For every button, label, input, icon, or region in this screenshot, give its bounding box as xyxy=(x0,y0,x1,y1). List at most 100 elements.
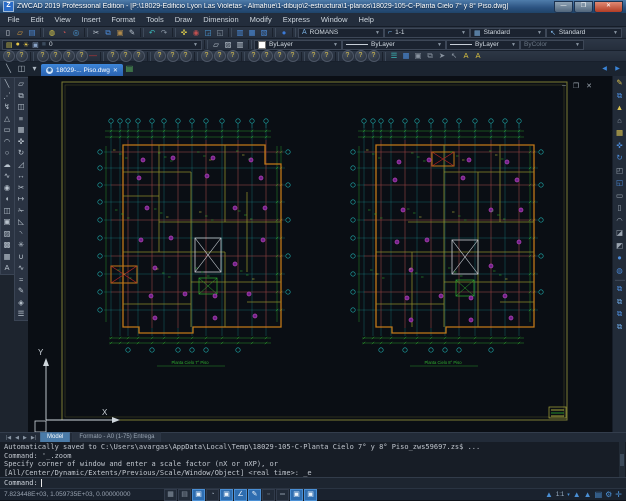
table-view-icon[interactable]: ▦ xyxy=(400,51,412,61)
mleader-style-combo[interactable]: ↖Standard▼ xyxy=(546,28,622,38)
custom-button-icon[interactable]: ? xyxy=(180,50,192,62)
plot-style-combo[interactable]: ByColor▼ xyxy=(520,40,584,50)
image-frame-icon[interactable]: ▣ xyxy=(412,51,424,61)
spline-edit-tool[interactable]: ≈ xyxy=(15,274,27,286)
polar-toggle[interactable]: ◔ xyxy=(206,489,219,501)
list-view-icon[interactable]: ☰ xyxy=(388,51,400,61)
custom-button-icon[interactable]: ? xyxy=(308,50,320,62)
custom-button-icon[interactable]: ? xyxy=(16,50,28,62)
break-tool[interactable]: ✁ xyxy=(15,205,27,217)
etrack-toggle[interactable]: ∠ xyxy=(234,489,247,501)
tab-scroll-right-icon[interactable]: ▶ xyxy=(611,63,624,75)
paste-icon[interactable]: ▣ xyxy=(114,28,126,38)
layer-states-icon[interactable]: ▥ xyxy=(234,40,246,50)
nav-person-icon[interactable]: ▲ xyxy=(573,490,581,499)
frame-view-icon[interactable]: ◱ xyxy=(614,177,626,190)
custom-button-icon[interactable]: ? xyxy=(274,50,286,62)
home-view-icon[interactable]: ⌂ xyxy=(614,115,626,128)
shade-icon[interactable]: ◩ xyxy=(614,240,626,253)
chamfer-tool[interactable]: ◺ xyxy=(15,216,27,228)
layers-copy-icon[interactable]: ⧉ xyxy=(614,308,626,321)
fullscreen-icon[interactable]: ✛ xyxy=(615,490,622,499)
doc-close-icon[interactable]: ✕ xyxy=(586,82,592,90)
menu-item-window[interactable]: Window xyxy=(315,13,353,26)
dyn-toggle[interactable]: ✎ xyxy=(248,489,261,501)
doc-restore-icon[interactable]: ❐ xyxy=(573,82,579,90)
tab-menu-caret-icon[interactable]: ▾ xyxy=(28,63,41,75)
render-sphere-icon[interactable]: ● xyxy=(278,28,290,38)
ellipse-tool[interactable]: ◉ xyxy=(1,182,13,194)
redo-icon[interactable]: ↷ xyxy=(158,28,170,38)
cut-icon[interactable]: ✂ xyxy=(90,28,102,38)
zoom-realtime-icon[interactable]: ◉ xyxy=(190,28,202,38)
leader-arrow-icon[interactable]: ↖ xyxy=(448,51,460,61)
layer-freeze-icon[interactable]: ☀ xyxy=(23,41,29,49)
dim-style-combo[interactable]: ⌐1-1▼ xyxy=(384,28,470,38)
lineweight-combo[interactable]: ByLayer▼ xyxy=(446,40,520,50)
layout-nav-icon-0[interactable]: |◀ xyxy=(4,435,13,441)
custom-button-icon[interactable]: ? xyxy=(133,50,145,62)
spline-tool[interactable]: ∿ xyxy=(1,170,13,182)
minimize-button[interactable]: — xyxy=(554,1,573,13)
annotate-tool[interactable]: ✎ xyxy=(15,285,27,297)
pedit-tool[interactable]: ∿ xyxy=(15,262,27,274)
new-file-icon[interactable]: ▯ xyxy=(2,28,14,38)
undo-icon[interactable]: ↶ xyxy=(146,28,158,38)
custom-button-icon[interactable]: ? xyxy=(154,50,166,62)
erase-tool[interactable]: ▱ xyxy=(15,78,27,90)
move-tool[interactable]: ✜ xyxy=(15,136,27,148)
scrollbar-thumb[interactable] xyxy=(620,454,624,466)
snap-toggle[interactable]: ▦ xyxy=(164,489,177,501)
color-combo[interactable]: ByLayer▼ xyxy=(254,40,342,50)
make-current-icon[interactable]: ▱ xyxy=(210,40,222,50)
custom-button-icon[interactable]: ? xyxy=(368,50,380,62)
custom-button-icon[interactable]: ? xyxy=(201,50,213,62)
custom-button-icon[interactable]: ? xyxy=(261,50,273,62)
nav-scale-person-icon[interactable]: ▲ xyxy=(545,490,553,499)
open-file-icon[interactable]: ▱ xyxy=(14,28,26,38)
layer-on-icon[interactable]: ● xyxy=(16,41,20,48)
layer-combo[interactable]: ▤●☀▣■0▼ xyxy=(2,40,202,50)
rectangle-tool[interactable]: ▭ xyxy=(1,124,13,136)
custom-button-icon[interactable]: ? xyxy=(248,50,260,62)
table-tool[interactable]: ▦ xyxy=(1,251,13,263)
lwt-toggle[interactable]: ▫ xyxy=(262,489,275,501)
offset-tool[interactable]: ≡ xyxy=(15,113,27,125)
sphere-view-icon[interactable]: ● xyxy=(614,252,626,265)
sketch-icon[interactable]: ✎ xyxy=(614,77,626,90)
custom-button-icon[interactable]: ? xyxy=(227,50,239,62)
mirror-tool[interactable]: ◫ xyxy=(15,101,27,113)
copy-tool[interactable]: ⧉ xyxy=(15,90,27,102)
box-icon[interactable]: ▭ xyxy=(614,190,626,203)
zoom-window-icon[interactable]: ◲ xyxy=(202,28,214,38)
mtext-tool[interactable]: A xyxy=(1,262,13,274)
menu-item-express[interactable]: Express xyxy=(277,13,315,26)
match-properties-icon[interactable]: ✎ xyxy=(126,28,138,38)
linetype-combo[interactable]: ByLayer▼ xyxy=(342,40,446,50)
custom-button-icon[interactable]: ? xyxy=(120,50,132,62)
extend-tool[interactable]: ↦ xyxy=(15,193,27,205)
menu-item-modify[interactable]: Modify xyxy=(244,13,277,26)
preview-icon[interactable]: ◔ xyxy=(58,28,70,38)
warning-icon[interactable]: ▲ xyxy=(614,102,626,115)
menu-item-format[interactable]: Format xyxy=(106,13,141,26)
hatch-tool[interactable]: ▨ xyxy=(1,228,13,240)
layout-nav-icon-1[interactable]: ◀ xyxy=(13,435,21,441)
menu-item-edit[interactable]: Edit xyxy=(25,13,49,26)
tab-scroll-left-icon[interactable]: ◀ xyxy=(598,63,611,75)
draw-arrow-icon[interactable]: ➤ xyxy=(436,51,448,61)
image-clip-icon[interactable]: ⧉ xyxy=(424,51,436,61)
close-button[interactable]: ✕ xyxy=(594,1,623,13)
custom-button-icon[interactable]: ? xyxy=(3,50,15,62)
zoom-previous-icon[interactable]: ◱ xyxy=(214,28,226,38)
chevron-down-icon[interactable]: ▾ xyxy=(567,492,570,498)
lineweight-toggle[interactable]: ═ xyxy=(276,489,289,501)
orbit-icon[interactable]: ↻ xyxy=(614,152,626,165)
custom-button-icon[interactable]: ? xyxy=(76,50,88,62)
layer-lock-icon[interactable]: ▣ xyxy=(32,41,39,49)
layer-color-icon[interactable]: ■ xyxy=(42,41,46,48)
slice-icon[interactable]: ◪ xyxy=(614,227,626,240)
stretch-tool[interactable]: ↔ xyxy=(15,170,27,182)
construction-line-tool[interactable]: ⋰ xyxy=(1,90,13,102)
custom-button-icon[interactable]: ? xyxy=(107,50,119,62)
